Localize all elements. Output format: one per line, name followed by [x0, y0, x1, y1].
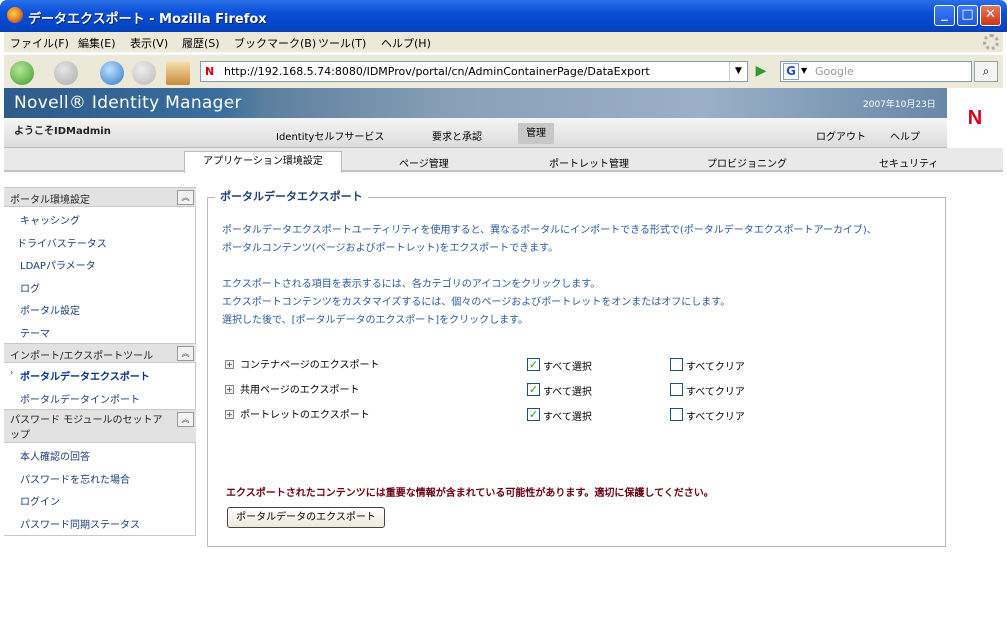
menu-help[interactable]: ヘルプ(H): [381, 35, 431, 51]
menu-bookmarks[interactable]: ブックマーク(B): [234, 35, 316, 51]
clear-all-label: すべてクリア: [686, 412, 745, 423]
sidebar-item-portal-data-import[interactable]: ポータルデータインポート: [20, 391, 140, 406]
export-row-label: コンテナページのエクスポート: [240, 360, 380, 371]
logout-link[interactable]: ログアウト: [816, 128, 866, 143]
active-item-bullet-icon: ›: [10, 368, 14, 377]
sidebar-section-portal-config: ポータル環境設定 ︽: [4, 187, 196, 207]
search-placeholder: Google: [815, 65, 854, 78]
collapse-icon[interactable]: ︽: [177, 412, 194, 427]
window-titlebar[interactable]: データエクスポート - Mozilla Firefox _ □ ✕: [0, 0, 1007, 32]
url-bar[interactable]: N http://192.168.5.74:8080/IDMProv/porta…: [200, 61, 748, 82]
app-banner: Novell® Identity Manager 2007年10月23日: [4, 88, 1003, 118]
select-all-checkbox[interactable]: ✓: [527, 358, 540, 371]
page-content: Novell® Identity Manager 2007年10月23日 N よ…: [4, 88, 1003, 639]
sidebar-item-theme[interactable]: テーマ: [20, 325, 50, 340]
collapse-icon[interactable]: ︽: [177, 346, 194, 361]
search-engine-dropdown-icon[interactable]: ▼: [801, 66, 807, 75]
menu-history[interactable]: 履歴(S): [182, 35, 220, 51]
select-all-label: すべて選択: [543, 362, 592, 373]
expand-icon[interactable]: +: [225, 385, 234, 394]
sidebar-item-ldap-params[interactable]: LDAPパラメータ: [20, 257, 96, 272]
select-all-label: すべて選択: [543, 412, 592, 423]
sidebar-section-title: パスワード モジュールのセットアップ: [10, 415, 163, 441]
close-button[interactable]: ✕: [980, 5, 1001, 26]
sidebar-item-caching[interactable]: キャッシング: [20, 212, 80, 227]
sidebar-item-login[interactable]: ログイン: [20, 493, 60, 508]
sidebar-item-challenge-response[interactable]: 本人確認の回答: [20, 448, 90, 463]
clear-all-label: すべてクリア: [686, 362, 745, 373]
url-dropdown-icon[interactable]: ▼: [729, 62, 747, 81]
menu-edit[interactable]: 編集(E): [78, 35, 116, 51]
url-text: http://192.168.5.74:8080/IDMProv/portal/…: [224, 65, 650, 78]
sidebar-section-title: インポート/エクスポートツール: [10, 351, 154, 362]
menu-tools[interactable]: ツール(T): [318, 35, 366, 51]
description-line: エクスポートコンテンツをカスタマイズするには、個々のページおよびポートレットをオ…: [222, 297, 731, 308]
sidebar-section-import-export: インポート/エクスポートツール ︽: [4, 343, 196, 363]
search-box[interactable]: G ▼ Google: [780, 61, 972, 82]
go-icon[interactable]: ▶: [752, 62, 770, 81]
clear-all-checkbox[interactable]: [670, 358, 683, 371]
menu-view[interactable]: 表示(V): [130, 35, 168, 51]
clear-all-checkbox[interactable]: [670, 408, 683, 421]
forward-button[interactable]: [54, 61, 78, 85]
collapse-icon[interactable]: ︽: [177, 190, 194, 205]
google-icon[interactable]: G: [783, 63, 799, 80]
select-all-checkbox[interactable]: ✓: [527, 408, 540, 421]
sidebar-item-portal-data-export[interactable]: ポータルデータエクスポート: [20, 368, 150, 383]
sidebar-section-title: ポータル環境設定: [10, 195, 90, 206]
sidebar-item-driver-status[interactable]: ドライバステータス: [17, 235, 107, 250]
subtab-provisioning[interactable]: プロビジョニング: [707, 155, 787, 170]
clear-all-label: すべてクリア: [686, 387, 745, 398]
home-button[interactable]: [166, 61, 190, 85]
app-brand: Novell® Identity Manager: [14, 93, 242, 113]
clear-all-checkbox[interactable]: [670, 383, 683, 396]
subtab-app-config[interactable]: アプリケーション環境設定: [184, 151, 342, 173]
window-title: データエクスポート - Mozilla Firefox: [28, 12, 267, 27]
minimize-button[interactable]: _: [934, 5, 955, 26]
export-row-label: ポートレットのエクスポート: [240, 410, 370, 421]
user-bar: ようこそIDMadmin Identityセルフサービス 要求と承認 管理 ログ…: [4, 118, 947, 148]
expand-icon[interactable]: +: [225, 360, 234, 369]
stop-button[interactable]: [132, 61, 156, 85]
expand-icon[interactable]: +: [225, 410, 234, 419]
novell-logo: N: [947, 88, 1003, 148]
description-line: ポータルデータエクスポートユーティリティを使用すると、異なるポータルにインポート…: [222, 225, 877, 236]
back-button[interactable]: [10, 61, 34, 85]
select-all-label: すべて選択: [543, 387, 592, 398]
header-date: 2007年10月23日: [863, 100, 936, 110]
export-button[interactable]: ポータルデータのエクスポート: [227, 507, 385, 528]
reload-button[interactable]: [100, 61, 124, 85]
tab-administration[interactable]: 管理: [518, 123, 554, 144]
help-link[interactable]: ヘルプ: [890, 128, 920, 143]
search-icon[interactable]: ⌕: [974, 61, 998, 82]
export-row-label: 共用ページのエクスポート: [240, 385, 360, 396]
site-icon: N: [205, 65, 215, 78]
maximize-button[interactable]: □: [957, 5, 978, 26]
subtab-page-admin[interactable]: ページ管理: [399, 155, 449, 170]
throbber-icon: [983, 34, 999, 50]
subtab-portlet-admin[interactable]: ポートレット管理: [549, 155, 629, 170]
menu-bar: ファイル(F) 編集(E) 表示(V) 履歴(S) ブックマーク(B) ツール(…: [4, 32, 1003, 52]
warning-text: エクスポートされたコンテンツには重要な情報が含まれている可能性があります。適切に…: [226, 488, 714, 499]
panel-title: ポータルデータエクスポート: [215, 188, 368, 204]
sidebar-item-forgot-password[interactable]: パスワードを忘れた場合: [20, 471, 130, 486]
tab-identity-self-service[interactable]: Identityセルフサービス: [276, 128, 384, 143]
description-line: 選択した後で、[ポータルデータのエクスポート]をクリックします。: [222, 315, 529, 326]
sidebar: ポータル環境設定 ︽ キャッシング ドライバステータス LDAPパラメータ ログ…: [4, 187, 196, 536]
menu-file[interactable]: ファイル(F): [10, 35, 69, 51]
sidebar-item-portal-settings[interactable]: ポータル設定: [20, 302, 80, 317]
sub-tabs: アプリケーション環境設定 ページ管理 ポートレット管理 プロビジョニング セキュ…: [4, 148, 1003, 173]
sidebar-item-password-sync-status[interactable]: パスワード同期ステータス: [20, 516, 140, 531]
select-all-checkbox[interactable]: ✓: [527, 383, 540, 396]
sidebar-section-password-modules: パスワード モジュールのセットアップ ︽: [4, 409, 196, 443]
sidebar-item-log[interactable]: ログ: [20, 280, 40, 295]
description-line: エクスポートされる項目を表示するには、各カテゴリのアイコンをクリックします。: [222, 279, 601, 290]
tab-requests-approvals[interactable]: 要求と承認: [432, 128, 482, 143]
description-line: ポータルコンテンツ(ページおよびポートレット)をエクスポートできます。: [222, 243, 559, 254]
firefox-icon: [7, 7, 23, 23]
welcome-text: ようこそIDMadmin: [14, 126, 111, 137]
subtab-security[interactable]: セキュリティ: [879, 155, 938, 170]
